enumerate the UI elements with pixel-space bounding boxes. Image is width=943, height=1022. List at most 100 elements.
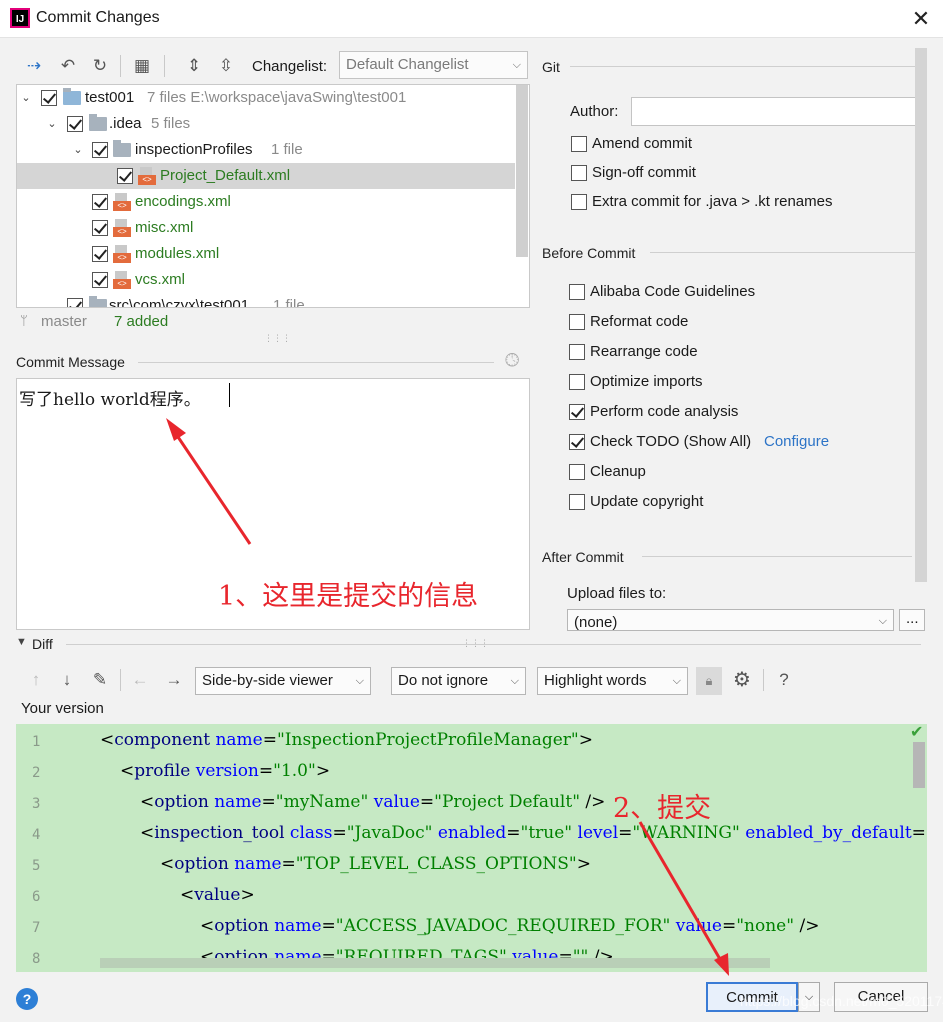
chevron-down-icon[interactable]: ▼ — [16, 636, 27, 648]
changelist-select[interactable]: Default Changelist ⌵ — [339, 51, 528, 79]
toolbar-separator — [120, 669, 121, 691]
checkbox[interactable] — [117, 168, 133, 184]
author-input[interactable] — [631, 97, 923, 126]
code-analysis-checkbox[interactable] — [569, 404, 585, 420]
arrow-up-icon[interactable]: ↑ — [24, 668, 48, 692]
code-line: <component name="InspectionProjectProfil… — [100, 730, 593, 750]
tree-row-vcs[interactable]: <> vcs.xml — [17, 267, 515, 293]
gear-icon[interactable]: ⚙ — [730, 668, 754, 692]
chevron-down-icon[interactable]: ⌄ — [71, 137, 85, 163]
your-version-label: Your version — [21, 700, 104, 717]
arrow-left-icon[interactable]: ← — [128, 668, 152, 692]
sign-off-commit-checkbox[interactable] — [571, 165, 587, 181]
alibaba-guidelines-checkbox[interactable] — [569, 284, 585, 300]
checkmark-icon: ✔ — [910, 724, 924, 741]
upload-target-select[interactable]: (none) ⌵ — [567, 609, 894, 631]
line-number: 8 — [32, 951, 41, 967]
checkbox[interactable] — [41, 90, 57, 106]
xml-file-icon: <> — [113, 219, 131, 237]
configure-link[interactable]: Configure — [764, 433, 829, 450]
tree-item-meta: 1 file — [273, 297, 305, 308]
checkbox[interactable] — [92, 194, 108, 210]
code-analysis-label[interactable]: Perform code analysis — [590, 403, 738, 420]
xml-file-icon: <> — [138, 167, 156, 185]
update-copyright-checkbox[interactable] — [569, 494, 585, 510]
optimize-imports-checkbox[interactable] — [569, 374, 585, 390]
folder-icon — [113, 140, 131, 157]
reformat-code-label[interactable]: Reformat code — [590, 313, 688, 330]
browse-button[interactable]: ... — [899, 609, 925, 631]
show-diff-icon[interactable]: ⇢ — [22, 54, 46, 78]
line-number: 5 — [32, 858, 41, 874]
upload-target-value: (none) — [574, 614, 618, 631]
line-number: 4 — [32, 827, 41, 843]
tree-row-misc[interactable]: <> misc.xml — [17, 215, 515, 241]
arrow-right-icon[interactable]: → — [162, 668, 186, 692]
alibaba-guidelines-label[interactable]: Alibaba Code Guidelines — [590, 283, 755, 300]
tree-row-src[interactable]: src\com\czyx\test001 1 file — [17, 293, 515, 308]
diff-section-title: Diff — [32, 636, 53, 652]
checkbox[interactable] — [92, 246, 108, 262]
tree-row-modules[interactable]: <> modules.xml — [17, 241, 515, 267]
tree-item-label: modules.xml — [135, 245, 220, 262]
close-icon[interactable]: ✕ — [906, 4, 936, 34]
lock-icon[interactable]: 🔒︎ — [696, 667, 722, 695]
tree-row-test001[interactable]: ⌄ test001 7 files E:\workspace\javaSwing… — [17, 85, 515, 111]
ignore-value: Do not ignore — [398, 672, 489, 689]
group-by-icon[interactable]: ▦ — [130, 54, 154, 78]
kt-renames-label[interactable]: Extra commit for .java > .kt renames — [592, 193, 833, 210]
chevron-down-icon[interactable]: ⌄ — [45, 111, 59, 137]
rearrange-code-label[interactable]: Rearrange code — [590, 343, 698, 360]
viewer-select[interactable]: Side-by-side viewer ⌵ — [195, 667, 371, 695]
checkbox[interactable] — [92, 272, 108, 288]
divider — [138, 362, 494, 363]
kt-renames-checkbox[interactable] — [571, 194, 587, 210]
chevron-down-icon[interactable]: ⌄ — [19, 85, 33, 111]
changes-tree[interactable]: ⌄ test001 7 files E:\workspace\javaSwing… — [16, 84, 530, 308]
checkbox[interactable] — [92, 220, 108, 236]
rearrange-code-checkbox[interactable] — [569, 344, 585, 360]
checkbox[interactable] — [92, 142, 108, 158]
branch-name: master — [41, 313, 87, 330]
code-horizontal-scrollbar[interactable] — [100, 958, 770, 968]
expand-all-icon[interactable]: ⇕ — [182, 54, 206, 78]
tree-row-encodings[interactable]: <> encodings.xml — [17, 189, 515, 215]
splitter-handle[interactable]: ⋮⋮⋮ — [264, 333, 291, 344]
cleanup-checkbox[interactable] — [569, 464, 585, 480]
code-vertical-scrollbar[interactable] — [913, 742, 925, 788]
tree-scrollbar[interactable] — [516, 85, 528, 257]
tree-row-idea[interactable]: ⌄ .idea 5 files — [17, 111, 515, 137]
sign-off-commit-label[interactable]: Sign-off commit — [592, 164, 696, 181]
ignore-select[interactable]: Do not ignore ⌵ — [391, 667, 526, 695]
help-button[interactable]: ? — [16, 988, 38, 1010]
amend-commit-checkbox[interactable] — [571, 136, 587, 152]
optimize-imports-label[interactable]: Optimize imports — [590, 373, 703, 390]
tree-item-label: .idea — [109, 115, 142, 132]
check-todo-label[interactable]: Check TODO (Show All) — [590, 433, 751, 450]
checkbox[interactable] — [67, 116, 83, 132]
rollback-icon[interactable]: ↶ — [56, 54, 80, 78]
edit-pencil-icon[interactable]: ✎ — [88, 668, 112, 692]
tree-row-project-default[interactable]: <> Project_Default.xml — [17, 163, 515, 189]
divider — [66, 644, 921, 645]
refresh-icon[interactable]: ↻ — [88, 54, 112, 78]
help-icon[interactable]: ? — [772, 668, 796, 692]
arrow-down-icon[interactable]: ↓ — [55, 668, 79, 692]
history-clock-icon[interactable]: 🕓︎ — [505, 350, 519, 371]
options-scrollbar[interactable] — [915, 48, 927, 582]
changelist-label: Changelist: — [252, 58, 328, 75]
amend-commit-label[interactable]: Amend commit — [592, 135, 692, 152]
chevron-down-icon: ⌵ — [878, 615, 887, 627]
reformat-code-checkbox[interactable] — [569, 314, 585, 330]
branch-icon: ᛘ — [20, 313, 28, 328]
line-number: 2 — [32, 765, 41, 781]
check-todo-checkbox[interactable] — [569, 434, 585, 450]
collapse-all-icon[interactable]: ⇳ — [214, 54, 238, 78]
highlight-select[interactable]: Highlight words ⌵ — [537, 667, 688, 695]
cleanup-label[interactable]: Cleanup — [590, 463, 646, 480]
update-copyright-label[interactable]: Update copyright — [590, 493, 703, 510]
tree-row-inspectionprofiles[interactable]: ⌄ inspectionProfiles 1 file — [17, 137, 515, 163]
diff-code-area[interactable]: 1 2 3 4 5 6 7 8 <component name="Inspect… — [16, 724, 927, 972]
checkbox[interactable] — [67, 298, 83, 307]
splitter-handle[interactable]: ⋮⋮⋮ — [462, 638, 489, 649]
